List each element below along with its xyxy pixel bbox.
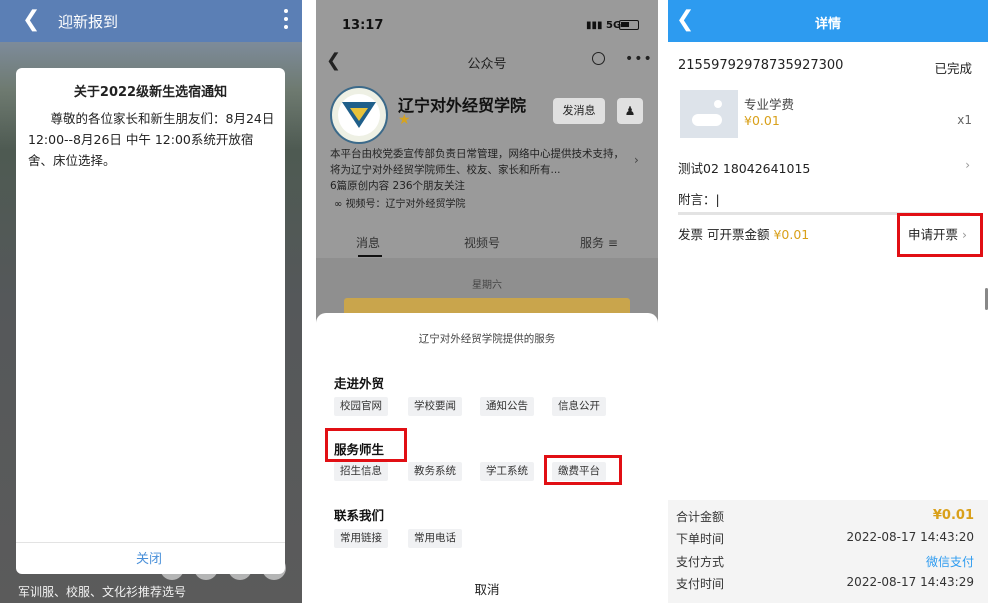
more-menu-icon[interactable] <box>284 9 288 29</box>
tab-services-label: 服务 <box>580 236 605 250</box>
scrollbar[interactable] <box>985 288 988 310</box>
order-detail-screen: ❮ 详情 21559792978735927300 已完成 专业学费 ¥0.01… <box>668 0 988 603</box>
summary-value: ¥0.01 <box>932 508 974 523</box>
header-bar: ❮ 详情 <box>668 0 988 42</box>
notice-body: 尊敬的各位家长和新生朋友们：8月24日12:00--8月26日 中午 12:00… <box>28 111 275 168</box>
account-description[interactable]: 本平台由校党委宣传部负责日常管理，网络中心提供技术支持，将为辽宁对外经贸学院师生… <box>330 146 630 178</box>
background-caption: 军训服、校服、文化衫推荐选号 <box>18 585 187 599</box>
invoice-row: 发票 可开票金额 ¥0.01 <box>678 224 809 243</box>
summary-value: 微信支付 <box>925 555 974 569</box>
tab-messages[interactable]: 消息 <box>356 234 380 251</box>
chip-notices[interactable]: 通知公告 <box>480 397 534 416</box>
status-time: 13:17 <box>342 18 384 33</box>
page-title: 详情 <box>814 17 841 32</box>
notice-title: 关于2022级新生选宿通知 <box>73 85 228 100</box>
chip-info-disclosure[interactable]: 信息公开 <box>552 397 606 416</box>
chip-common-phones[interactable]: 常用电话 <box>408 529 462 548</box>
menu-icon: ≡ <box>607 236 618 250</box>
section-title-contact: 联系我们 <box>334 508 385 523</box>
battery-icon <box>619 20 639 30</box>
grid-icon[interactable]: ▦ <box>228 556 252 580</box>
header-bar: ❮ 迎新报到 <box>0 0 302 42</box>
welcome-registration-screen: ❮ 迎新报到 关于2022级新生选宿通知 尊敬的各位家长和新生朋友们：8月24日… <box>0 0 302 603</box>
chip-campus-site[interactable]: 校园官网 <box>334 397 388 416</box>
dialog-divider <box>16 542 285 543</box>
summary-order-time-row: 下单时间 2022-08-17 14:43:20 <box>676 530 974 547</box>
sheet-title: 辽宁对外经贸学院提供的服务 <box>418 333 556 345</box>
item-name: 专业学费 <box>744 97 795 112</box>
download-icon[interactable]: ⇩ <box>194 556 218 580</box>
channel-icon: ∞ <box>334 199 343 210</box>
invoice-label: 发票 可开票金额 <box>678 227 770 242</box>
chip-common-links[interactable]: 常用链接 <box>334 529 388 548</box>
video-channel-link[interactable]: ∞ 视频号：辽宁对外经贸学院 <box>334 195 466 210</box>
summary-value: 2022-08-17 14:43:20 <box>846 530 974 544</box>
ellipsis-icon[interactable]: ⋯ <box>262 556 286 580</box>
feed-date: 星期六 <box>472 280 502 291</box>
order-summary: 合计金额 ¥0.01 下单时间 2022-08-17 14:43:20 支付方式… <box>668 500 988 603</box>
star-icon: ★ <box>398 112 411 128</box>
account-stats: 6篇原创内容 236个朋友关注 <box>330 180 466 192</box>
sparkle-icon[interactable]: ✹ <box>160 556 184 580</box>
send-message-button[interactable]: 发消息 <box>553 98 605 124</box>
highlight-box-apply <box>897 213 983 257</box>
official-account-screen: 13:17 ▮▮▮ 5G ❮ 公众号 ••• 辽宁对外经贸学院 ★ 发消息 ♟ … <box>316 0 658 603</box>
video-channel-name: 视频号：辽宁对外经贸学院 <box>345 199 466 210</box>
image-placeholder-icon <box>680 90 738 138</box>
summary-payment-method-row: 支付方式 微信支付 <box>676 553 974 570</box>
back-arrow-icon[interactable]: ❮ <box>22 7 40 32</box>
chevron-right-icon[interactable]: › <box>634 153 639 167</box>
close-button[interactable]: 关闭 <box>136 548 162 567</box>
active-tab-indicator <box>358 255 382 257</box>
signal-icon: ▮▮▮ 5G <box>586 20 622 31</box>
item-price: ¥0.01 <box>744 113 780 128</box>
contact-info[interactable]: 测试02 18042641015 <box>678 158 810 177</box>
order-status: 已完成 <box>934 61 972 76</box>
order-number: 21559792978735927300 <box>678 58 844 73</box>
tab-video[interactable]: 视频号 <box>464 234 500 251</box>
search-icon[interactable] <box>592 52 605 65</box>
nav-title: 公众号 <box>467 57 507 72</box>
item-quantity: x1 <box>957 113 972 127</box>
section-title-zoujin: 走进外贸 <box>334 376 385 391</box>
summary-label: 支付时间 <box>676 577 725 591</box>
summary-label: 合计金额 <box>676 510 725 524</box>
highlight-box-payment <box>544 455 622 485</box>
summary-total-row: 合计金额 ¥0.01 <box>676 508 974 525</box>
chevron-right-icon[interactable]: › <box>965 158 970 172</box>
chip-student-affairs[interactable]: 学工系统 <box>480 462 534 481</box>
status-bar: 13:17 ▮▮▮ 5G <box>316 0 658 40</box>
highlight-box-services <box>325 428 407 462</box>
page-title: 迎新报到 <box>58 13 119 31</box>
invoice-amount: ¥0.01 <box>773 227 810 242</box>
school-logo-icon <box>330 86 388 144</box>
chip-academic-system[interactable]: 教务系统 <box>408 462 462 481</box>
person-settings-icon[interactable]: ♟ <box>617 98 643 124</box>
summary-label: 下单时间 <box>676 532 725 546</box>
summary-value: 2022-08-17 14:43:29 <box>846 575 974 589</box>
more-menu-icon[interactable]: ••• <box>625 51 653 67</box>
summary-label: 支付方式 <box>676 555 725 569</box>
cancel-button[interactable]: 取消 <box>316 579 658 598</box>
notice-dialog: 关于2022级新生选宿通知 尊敬的各位家长和新生朋友们：8月24日12:00--… <box>16 68 285 574</box>
tab-services[interactable]: 服务 ≡ <box>580 234 618 251</box>
summary-pay-time-row: 支付时间 2022-08-17 14:43:29 <box>676 575 974 592</box>
chip-school-news[interactable]: 学校要闻 <box>408 397 462 416</box>
note-field[interactable]: 附言：| <box>678 189 720 208</box>
account-name: 辽宁对外经贸学院 <box>398 96 527 115</box>
chip-admissions[interactable]: 招生信息 <box>334 462 388 481</box>
